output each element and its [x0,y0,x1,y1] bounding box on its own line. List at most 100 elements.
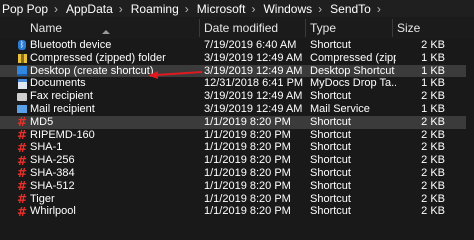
file-row[interactable]: ᛒ Bluetooth device 7/19/2019 6:40 AM Sho… [0,39,474,52]
vertical-scrollbar[interactable] [466,39,474,240]
file-row[interactable]: # SHA-1 1/1/2019 8:20 PM Shortcut 2 KB [0,141,474,154]
file-size: 2 KB [421,166,445,179]
breadcrumb-item-appdata[interactable]: AppData › [64,2,129,16]
desktop-icon [17,65,27,78]
file-size: 2 KB [421,154,445,167]
column-header-size[interactable]: Size [397,17,420,39]
file-row[interactable]: # SHA-384 1/1/2019 8:20 PM Shortcut 2 KB [0,167,474,180]
hash-icon: # [17,166,27,180]
file-size: 1 KB [421,77,445,90]
file-date: 3/19/2019 12:49 AM [204,102,303,115]
file-type: Mail Service [310,102,370,115]
column-header-type[interactable]: Type [310,17,336,39]
chevron-right-icon[interactable]: › [373,2,387,16]
file-row[interactable]: # MD5 1/1/2019 8:20 PM Shortcut 2 KB [0,115,474,129]
file-size: 2 KB [421,90,445,103]
file-type: Shortcut [310,39,351,51]
file-row[interactable]: # SHA-256 1/1/2019 8:20 PM Shortcut 2 KB [0,154,474,167]
file-size: 1 KB [421,102,445,115]
file-size: 1 KB [421,64,445,77]
column-divider[interactable] [305,19,306,37]
chevron-right-icon[interactable]: › [50,2,64,16]
file-type: Desktop Shortcut [310,64,395,77]
file-name: Mail recipient [30,102,95,115]
file-date: 1/1/2019 8:20 PM [204,179,291,192]
file-date: 3/19/2019 12:49 AM [204,90,303,103]
file-size: 2 KB [421,115,445,128]
hash-icon: # [17,179,27,193]
breadcrumb-item-sendto[interactable]: SendTo › [328,2,387,16]
column-divider[interactable] [199,19,200,37]
file-name: RIPEMD-160 [30,128,95,141]
file-type: Shortcut [310,166,351,179]
breadcrumb-label: Microsoft [196,1,246,16]
breadcrumb-label: AppData [66,1,113,16]
file-name: Whirlpool [30,205,76,218]
file-date: 1/1/2019 8:20 PM [204,115,291,128]
file-type: Compressed (zipp... [310,51,396,64]
file-date: 1/1/2019 8:20 PM [204,128,291,141]
hash-icon: # [17,154,27,167]
file-name: Documents [30,77,86,90]
file-name: Tiger [30,192,55,205]
file-size: 1 KB [421,51,445,64]
breadcrumb: Pop Pop › AppData › Roaming › Microsoft › Wi… [0,0,474,17]
breadcrumb-label: Roaming [130,1,179,16]
breadcrumb-label: SendTo [330,1,371,16]
sort-ascending-icon [102,30,110,34]
file-size: 2 KB [421,128,445,141]
chevron-right-icon[interactable]: › [181,2,195,16]
file-row[interactable]: Compressed (zipped) folder 3/19/2019 12:… [0,52,474,65]
file-type: Shortcut [310,154,351,167]
file-date: 1/1/2019 8:20 PM [204,141,291,154]
column-header-name[interactable]: Name [30,17,62,39]
file-row[interactable]: # SHA-512 1/1/2019 8:20 PM Shortcut 2 KB [0,180,474,193]
file-row[interactable]: Mail recipient 3/19/2019 12:49 AM Mail S… [0,103,474,116]
file-row[interactable]: # RIPEMD-160 1/1/2019 8:20 PM Shortcut 2… [0,129,474,142]
file-size: 2 KB [421,141,445,154]
chevron-right-icon[interactable]: › [314,2,328,16]
file-type: MyDocs Drop Ta... [310,77,396,90]
documents-icon [17,77,27,90]
hash-icon: # [17,141,27,155]
file-row[interactable]: Desktop (create shortcut) 3/19/2019 12:4… [0,64,474,78]
file-date: 12/31/2018 6:41 PM [204,77,304,90]
file-name: SHA-512 [30,179,75,192]
file-name: Bluetooth device [30,39,112,51]
file-date: 1/1/2019 8:20 PM [204,166,291,179]
file-size: 2 KB [421,192,445,205]
zip-folder-icon [17,52,27,65]
hash-icon: # [17,192,27,206]
breadcrumb-item-pop-pop[interactable]: Pop Pop › [0,2,64,16]
column-header-row: Name Date modified Type Size [0,17,474,39]
file-date: 3/19/2019 12:49 AM [204,64,303,77]
fax-icon [17,90,27,103]
breadcrumb-label: Pop Pop [2,1,49,16]
breadcrumb-item-windows[interactable]: Windows › [261,2,328,16]
column-header-date-modified[interactable]: Date modified [204,17,278,39]
file-type: Shortcut [310,115,351,128]
chevron-right-icon[interactable]: › [115,2,129,16]
file-row[interactable]: # Tiger 1/1/2019 8:20 PM Shortcut 2 KB [0,193,474,206]
hash-icon: # [17,128,27,142]
file-type: Shortcut [310,192,351,205]
file-row[interactable]: Fax recipient 3/19/2019 12:49 AM Shortcu… [0,90,474,103]
file-row[interactable]: Documents 12/31/2018 6:41 PM MyDocs Drop… [0,77,474,90]
file-date: 1/1/2019 8:20 PM [204,205,291,218]
file-name: SHA-1 [30,141,63,154]
file-row[interactable]: # Whirlpool 1/1/2019 8:20 PM Shortcut 2 … [0,205,474,218]
file-list: ᛒ Bluetooth device 7/19/2019 6:40 AM Sho… [0,39,474,218]
file-date: 1/1/2019 8:20 PM [204,192,291,205]
hash-icon: # [17,115,27,129]
file-size: 2 KB [421,205,445,218]
file-name: Compressed (zipped) folder [30,51,166,64]
file-date: 3/19/2019 12:49 AM [204,51,303,64]
file-type: Shortcut [310,141,351,154]
breadcrumb-item-roaming[interactable]: Roaming › [129,2,195,16]
file-name: MD5 [30,115,54,128]
file-name: SHA-384 [30,166,75,179]
breadcrumb-item-microsoft[interactable]: Microsoft › [195,2,262,16]
mail-icon [17,103,27,116]
chevron-right-icon[interactable]: › [247,2,261,16]
column-divider[interactable] [392,19,393,37]
